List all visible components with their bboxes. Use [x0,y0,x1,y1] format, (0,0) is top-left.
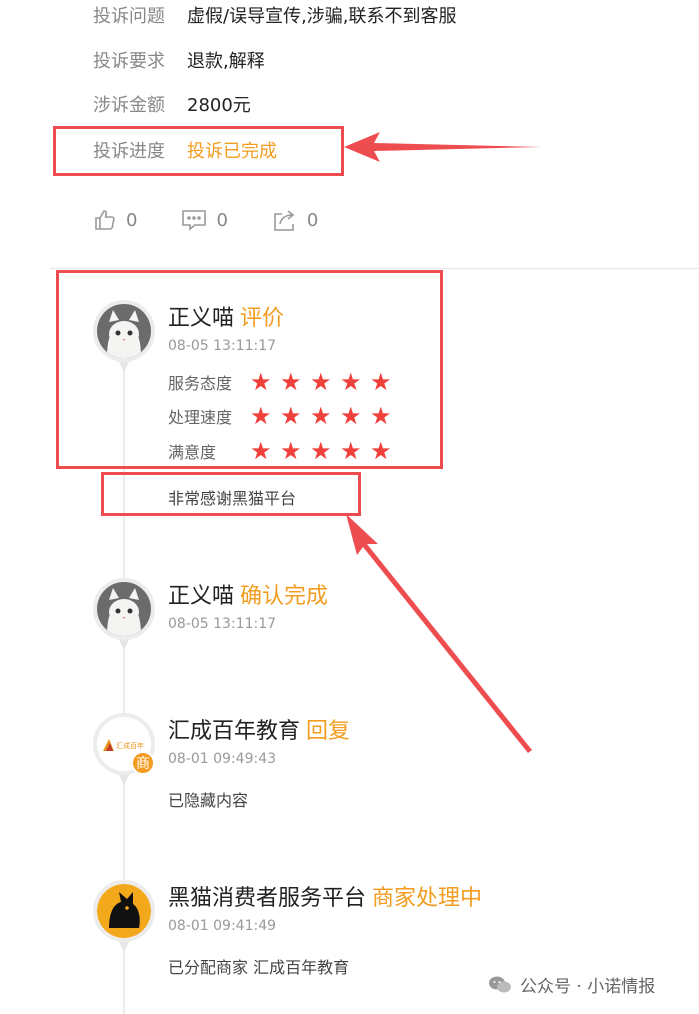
entry-header: 汇成百年教育 回复 [168,713,350,745]
entry-time: 08-05 13:11:17 [168,616,277,632]
complaint-issue-row: 投诉问题 虚假/误导宣传,涉骗,联系不到客服 [93,0,457,30]
annotation-box-review [56,270,443,469]
annotation-box-review-text [101,472,361,516]
annotation-arrow-review [346,514,532,753]
cat-avatar-icon [97,582,151,636]
like-button[interactable]: 0 [93,208,137,232]
watermark: 公众号 · 小诺情报 [488,972,655,997]
comment-count: 0 [216,209,228,231]
complaint-amount-value: 2800元 [187,95,251,116]
entry-action-type: 确认完成 [240,584,329,609]
share-button[interactable]: 0 [272,208,318,232]
avatar [93,578,155,658]
entry-action-type: 回复 [306,719,351,744]
complaint-demand-label: 投诉要求 [93,51,165,72]
complaint-issue-label: 投诉问题 [93,6,165,27]
svg-text:汇成百年: 汇成百年 [116,741,144,750]
complaint-demand-row: 投诉要求 退款,解释 [93,45,265,75]
avatar: 汇成百年 商 [93,713,155,793]
black-cat-logo-icon [97,884,151,938]
annotation-arrow-progress [344,132,542,162]
action-bar: 0 0 0 [93,208,362,232]
entry-assign-text: 已分配商家 汇成百年教育 [168,958,350,977]
entry-time: 08-01 09:49:43 [168,751,277,767]
watermark-text: 公众号 · 小诺情报 [520,977,656,997]
entry-user: 黑猫消费者服务平台 [168,886,367,911]
section-divider [50,268,699,269]
wechat-icon [489,976,511,992]
entry-user: 正义喵 [168,584,235,609]
like-count: 0 [126,209,138,231]
complaint-issue-value: 虚假/误导宣传,涉骗,联系不到客服 [187,6,457,27]
entry-user: 汇成百年教育 [168,719,301,744]
annotation-box-progress [53,126,344,176]
merchant-badge: 商 [131,751,155,775]
complaint-amount-row: 涉诉金额 2800元 [93,89,251,119]
share-icon [274,210,295,231]
entry-action-type: 商家处理中 [372,886,483,911]
entry-reply-text: 已隐藏内容 [168,791,249,810]
entry-header: 黑猫消费者服务平台 商家处理中 [168,880,482,912]
avatar [93,880,155,960]
comment-icon [182,210,207,231]
complaint-demand-value: 退款,解释 [187,51,265,72]
entry-header: 正义喵 确认完成 [168,578,328,610]
entry-time: 08-01 09:41:49 [168,918,277,934]
comment-button[interactable]: 0 [181,208,228,232]
thumbs-up-icon [95,210,115,230]
complaint-amount-label: 涉诉金额 [93,95,165,116]
share-count: 0 [306,209,319,231]
